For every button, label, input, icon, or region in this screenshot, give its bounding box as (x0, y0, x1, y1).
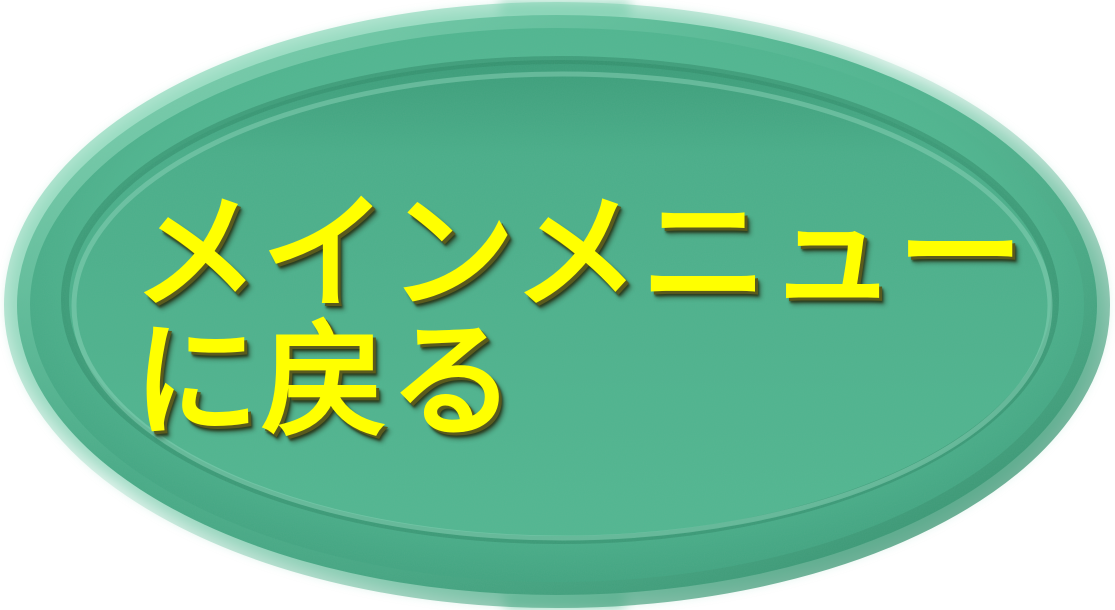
button-label: メインメニュー に戻る (133, 190, 1033, 446)
button-label-line-1: メインメニュー (133, 180, 1026, 327)
screen: メインメニュー に戻る (0, 0, 1115, 610)
button-label-line-2: に戻る (133, 308, 517, 455)
back-to-main-menu-button[interactable]: メインメニュー に戻る (0, 0, 1115, 610)
